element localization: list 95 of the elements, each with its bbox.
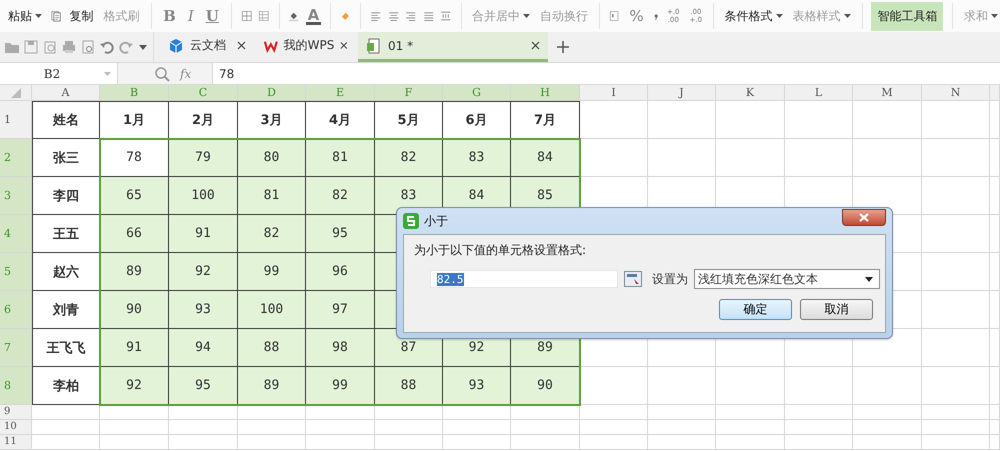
value-field[interactable]: 82.5 — [430, 270, 618, 288]
row-header[interactable]: 9 — [0, 405, 32, 420]
table-cell: 王五 — [32, 215, 100, 253]
table-cell: 李柏 — [32, 367, 100, 405]
column-header[interactable]: M — [853, 85, 922, 101]
column-header[interactable]: H — [511, 85, 580, 101]
table-cell: 93 — [443, 367, 511, 405]
row-header[interactable]: 7 — [0, 329, 32, 367]
row-header[interactable]: 5 — [0, 253, 32, 291]
column-header[interactable]: K — [716, 85, 785, 101]
table-cell: 99 — [238, 253, 306, 291]
column-header[interactable]: C — [169, 85, 238, 101]
table-cell: 88 — [375, 367, 443, 405]
format-dropdown[interactable]: 浅红填充色深红色文本 — [694, 269, 880, 289]
table-cell: 65 — [100, 177, 169, 215]
table-cell: 刘青 — [32, 291, 100, 329]
column-header[interactable]: A — [32, 85, 100, 101]
italic-button[interactable]: I — [184, 7, 197, 25]
table-cell: 90 — [100, 291, 169, 329]
toolbar-button[interactable]: 复制 — [68, 6, 96, 26]
toolbar-button[interactable]: 智能工具箱 — [871, 2, 944, 30]
column-header[interactable]: E — [306, 85, 375, 101]
table-cell: 4月 — [306, 101, 375, 139]
table-cell: 100 — [238, 291, 306, 329]
column-header[interactable]: D — [238, 85, 306, 101]
table-cell: 80 — [238, 139, 306, 177]
table-cell: 84 — [511, 139, 580, 177]
table-cell: 82 — [375, 139, 443, 177]
table-cell: 3月 — [238, 101, 306, 139]
table-cell: 92 — [100, 367, 169, 405]
row-header[interactable]: 4 — [0, 215, 32, 253]
table-cell: 王飞飞 — [32, 329, 100, 367]
table-cell: 1月 — [100, 101, 169, 139]
tab[interactable]: 云文档 — [160, 32, 254, 62]
column-header[interactable]: N — [922, 85, 990, 101]
column-header[interactable]: J — [648, 85, 716, 101]
table-cell: 89 — [238, 367, 306, 405]
table-cell: 2月 — [169, 101, 238, 139]
table-cell: 6月 — [443, 101, 511, 139]
table-cell: 5月 — [375, 101, 443, 139]
table-cell: 88 — [238, 329, 306, 367]
table-cell: 99 — [306, 367, 375, 405]
set-as-label: 设置为 — [652, 270, 688, 288]
row-header[interactable]: 6 — [0, 291, 32, 329]
table-cell: 96 — [306, 253, 375, 291]
column-header[interactable]: I — [580, 85, 648, 101]
row-header[interactable]: 8 — [0, 367, 32, 405]
table-cell: 97 — [306, 291, 375, 329]
function-label[interactable]: fx — [180, 66, 192, 80]
column-header[interactable]: B — [100, 85, 169, 101]
table-cell: 81 — [238, 177, 306, 215]
formula-field[interactable]: 78 — [212, 63, 1000, 84]
table-cell: 姓名 — [32, 101, 100, 139]
table-cell: 79 — [169, 139, 238, 177]
column-header[interactable]: G — [443, 85, 511, 101]
row-header[interactable]: 10 — [0, 420, 32, 435]
dialog-button[interactable]: 确定 — [719, 299, 792, 320]
table-cell: 93 — [169, 291, 238, 329]
table-cell: 66 — [100, 215, 169, 253]
percent-button[interactable]: % — [626, 7, 647, 25]
tab[interactable]: 01 * — [358, 32, 548, 62]
toolbar-button[interactable]: 粘贴 — [6, 6, 44, 26]
underline-button[interactable]: U — [202, 7, 222, 25]
table-cell: 95 — [306, 215, 375, 253]
table-cell: 91 — [100, 329, 169, 367]
selected-text: 82.5 — [437, 272, 464, 286]
table-cell: 张三 — [32, 139, 100, 177]
table-cell: 91 — [169, 215, 238, 253]
dialog-title: 小于 — [424, 212, 449, 230]
table-cell: 94 — [169, 329, 238, 367]
dialog-prompt: 为小于以下值的单元格设置格式: — [414, 242, 588, 259]
table-cell: 89 — [100, 253, 169, 291]
tab[interactable]: 我的WPS — [256, 32, 356, 62]
table-cell: 90 — [511, 367, 580, 405]
row-header[interactable]: 2 — [0, 139, 32, 177]
table-cell: 81 — [306, 139, 375, 177]
column-header[interactable]: L — [785, 85, 853, 101]
bold-button[interactable]: B — [160, 7, 179, 25]
table-cell: 95 — [169, 367, 238, 405]
row-header[interactable]: 11 — [0, 435, 32, 450]
toolbar-button[interactable]: 条件格式 — [722, 6, 785, 26]
table-cell: 98 — [306, 329, 375, 367]
table-cell: 李四 — [32, 177, 100, 215]
column-header[interactable]: F — [375, 85, 443, 101]
table-cell: 100 — [169, 177, 238, 215]
dialog-button[interactable]: 取消 — [800, 299, 873, 320]
table-cell: 82 — [306, 177, 375, 215]
font-color-button[interactable]: A — [306, 8, 322, 24]
table-cell: 83 — [443, 139, 511, 177]
row-header[interactable]: 1 — [0, 101, 32, 139]
table-cell: 82 — [238, 215, 306, 253]
row-header[interactable]: 3 — [0, 177, 32, 215]
table-cell: 赵六 — [32, 253, 100, 291]
table-cell: 7月 — [511, 101, 580, 139]
table-cell: 92 — [169, 253, 238, 291]
